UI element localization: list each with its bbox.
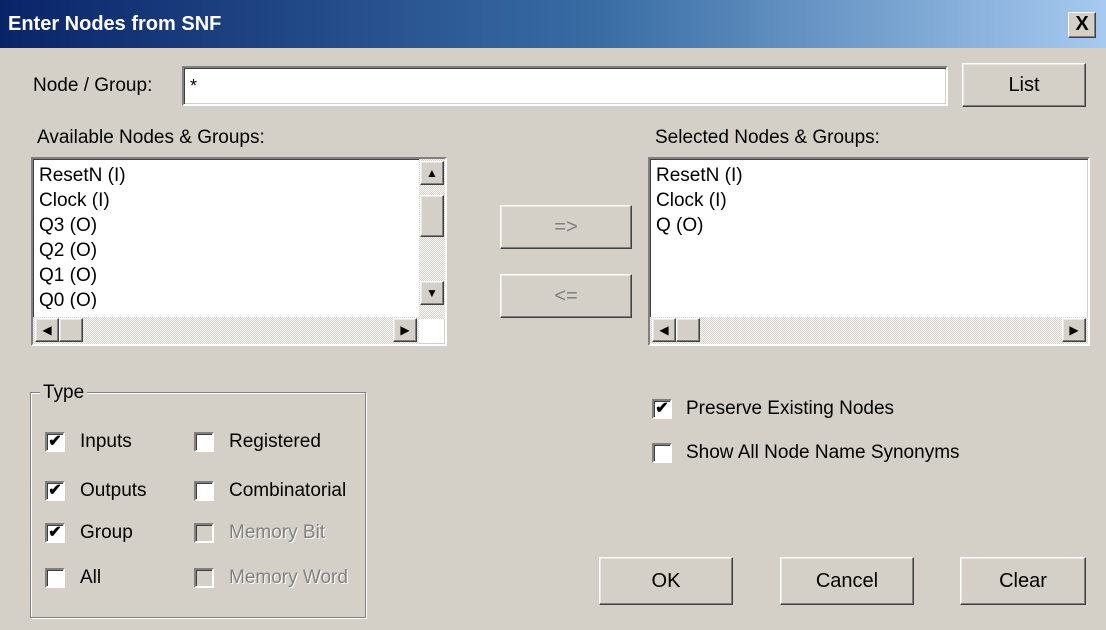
- group-label: Group: [80, 522, 133, 543]
- list-button[interactable]: List: [962, 63, 1086, 107]
- close-button[interactable]: X: [1068, 12, 1096, 38]
- remove-button[interactable]: <=: [500, 274, 632, 318]
- vertical-scrollbar[interactable]: ▲ ▼: [419, 159, 445, 319]
- selected-items: ResetN (I) Clock (I) Q (O): [650, 163, 1080, 309]
- list-item[interactable]: ResetN (I): [33, 163, 413, 188]
- combinatorial-label: Combinatorial: [229, 480, 347, 501]
- memory-word-label: Memory Word: [229, 567, 348, 588]
- preserve-checkbox[interactable]: ✔: [652, 399, 672, 419]
- memory-bit-label: Memory Bit: [229, 522, 326, 543]
- scroll-thumb[interactable]: [59, 318, 83, 342]
- close-icon: X: [1075, 13, 1089, 35]
- combinatorial-checkbox[interactable]: [194, 481, 214, 501]
- list-item[interactable]: Q2 (O): [33, 238, 413, 263]
- add-button[interactable]: =>: [500, 205, 632, 249]
- preserve-label: Preserve Existing Nodes: [686, 398, 895, 419]
- horizontal-scrollbar[interactable]: ◀ ▶: [33, 317, 419, 344]
- scroll-down-icon[interactable]: ▼: [420, 281, 444, 305]
- list-item[interactable]: Q1 (O): [33, 263, 413, 288]
- node-group-input[interactable]: [182, 66, 948, 106]
- scroll-thumb[interactable]: [676, 318, 700, 342]
- synonyms-checkbox[interactable]: [652, 443, 672, 463]
- title-bar: Enter Nodes from SNF X: [0, 0, 1106, 48]
- available-items: ResetN (I) Clock (I) Q3 (O) Q2 (O) Q1 (O…: [33, 163, 413, 309]
- list-item[interactable]: Clock (I): [33, 188, 413, 213]
- selected-label: Selected Nodes & Groups:: [655, 127, 880, 148]
- registered-checkbox[interactable]: [194, 432, 214, 452]
- node-group-label: Node / Group:: [33, 75, 153, 96]
- memory-bit-checkbox: [194, 523, 214, 543]
- ok-button-label: OK: [651, 570, 681, 592]
- outputs-checkbox[interactable]: ✔: [45, 481, 65, 501]
- scroll-up-icon[interactable]: ▲: [420, 161, 444, 185]
- horizontal-scrollbar[interactable]: ◀ ▶: [650, 317, 1088, 344]
- add-button-label: =>: [554, 216, 578, 238]
- clear-button-label: Clear: [999, 570, 1047, 592]
- scroll-right-icon[interactable]: ▶: [1062, 318, 1086, 342]
- list-item[interactable]: ResetN (I): [650, 163, 1080, 188]
- available-listbox[interactable]: ResetN (I) Clock (I) Q3 (O) Q2 (O) Q1 (O…: [31, 157, 447, 346]
- all-checkbox[interactable]: [45, 568, 65, 588]
- selected-listbox[interactable]: ResetN (I) Clock (I) Q (O) ◀ ▶: [648, 157, 1090, 346]
- scroll-right-icon[interactable]: ▶: [393, 318, 417, 342]
- type-group-label: Type: [40, 382, 88, 404]
- outputs-label: Outputs: [80, 480, 147, 501]
- group-checkbox[interactable]: ✔: [45, 523, 65, 543]
- cancel-button-label: Cancel: [815, 570, 879, 592]
- clear-button[interactable]: Clear: [960, 557, 1086, 605]
- list-item[interactable]: Q0 (O): [33, 288, 413, 309]
- list-item[interactable]: Q3 (O): [33, 213, 413, 238]
- remove-button-label: <=: [554, 285, 578, 307]
- scroll-thumb[interactable]: [420, 195, 444, 237]
- memory-word-checkbox: [194, 568, 214, 588]
- scroll-left-icon[interactable]: ◀: [652, 318, 676, 342]
- list-button-label: List: [1008, 74, 1040, 96]
- list-item[interactable]: Clock (I): [650, 188, 1080, 213]
- inputs-checkbox[interactable]: ✔: [45, 432, 65, 452]
- cancel-button[interactable]: Cancel: [780, 557, 914, 605]
- inputs-label: Inputs: [80, 431, 132, 452]
- scroll-left-icon[interactable]: ◀: [35, 318, 59, 342]
- all-label: All: [80, 567, 102, 588]
- registered-label: Registered: [229, 431, 321, 452]
- window-title: Enter Nodes from SNF: [8, 13, 222, 35]
- synonyms-label: Show All Node Name Synonyms: [686, 442, 960, 463]
- ok-button[interactable]: OK: [599, 557, 733, 605]
- list-item[interactable]: Q (O): [650, 213, 1080, 238]
- available-label: Available Nodes & Groups:: [37, 127, 265, 148]
